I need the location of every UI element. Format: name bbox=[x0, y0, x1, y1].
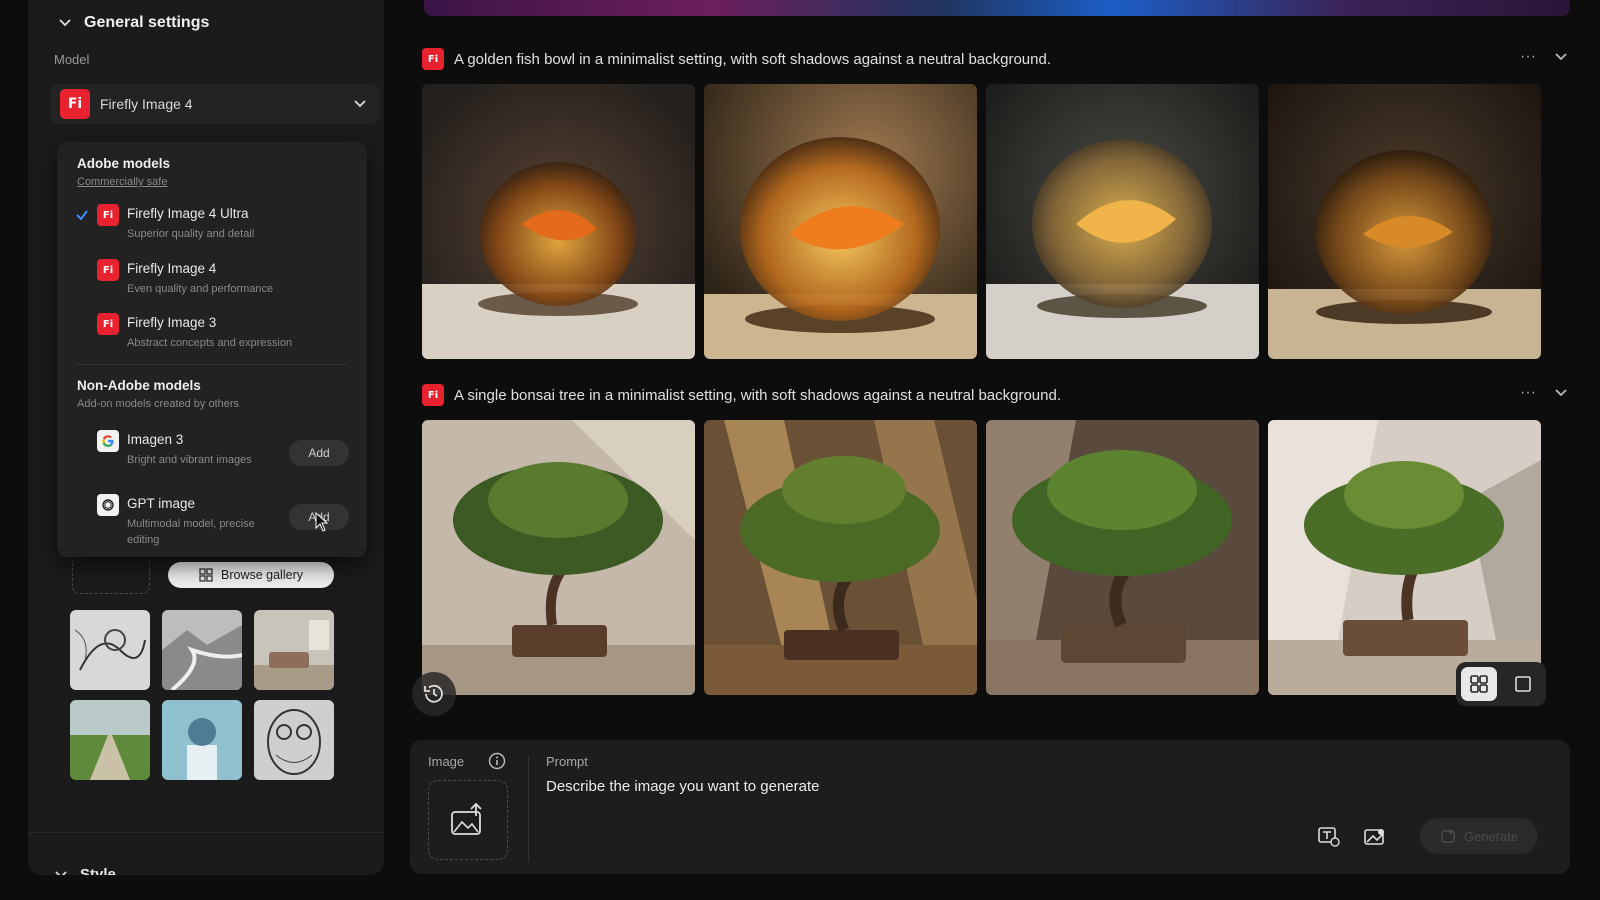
model-option-firefly-image-4-ultra[interactable]: Fi Firefly Image 4 Ultra Superior qualit… bbox=[75, 204, 355, 250]
firefly-icon: Fi bbox=[422, 48, 444, 70]
model-option-desc: Superior quality and detail bbox=[127, 228, 255, 240]
view-toggle bbox=[1456, 662, 1546, 706]
generated-image-goldfish[interactable] bbox=[1268, 84, 1541, 359]
add-imagen-3-button[interactable]: Add bbox=[289, 440, 349, 466]
generation-prompt: A single bonsai tree in a minimalist set… bbox=[454, 386, 1062, 404]
style-thumbnail[interactable] bbox=[70, 700, 150, 780]
image-label: Image bbox=[428, 754, 465, 769]
generated-image-bonsai[interactable] bbox=[986, 420, 1259, 695]
image-settings-icon bbox=[1364, 829, 1384, 845]
style-thumbnail[interactable] bbox=[254, 610, 334, 690]
info-icon[interactable] bbox=[488, 752, 506, 770]
more-options-icon[interactable]: ··· bbox=[1520, 48, 1536, 66]
browse-gallery-button[interactable]: Browse gallery bbox=[168, 562, 334, 588]
previous-generation-strip bbox=[424, 0, 1570, 16]
firefly-icon: Fi bbox=[97, 204, 119, 226]
text-settings-icon bbox=[1318, 827, 1340, 847]
history-icon bbox=[424, 684, 443, 703]
style-thumbnail[interactable] bbox=[162, 610, 242, 690]
prompt-input[interactable] bbox=[546, 778, 1246, 795]
model-option-name: Firefly Image 4 bbox=[127, 261, 217, 276]
chevron-down-icon[interactable] bbox=[1554, 386, 1568, 400]
style-thumbnails bbox=[70, 610, 334, 780]
generation-header: Fi A single bonsai tree in a minimalist … bbox=[422, 382, 1568, 408]
generate-icon bbox=[1441, 829, 1455, 843]
model-select[interactable]: Fi Firefly Image 4 bbox=[50, 84, 380, 124]
model-option-name: Firefly Image 3 bbox=[127, 315, 217, 330]
generated-image-goldfish[interactable] bbox=[422, 84, 695, 359]
generate-label: Generate bbox=[1463, 828, 1519, 844]
gallery-icon bbox=[199, 568, 213, 582]
style-section-header[interactable]: Style bbox=[54, 866, 116, 875]
chevron-down-icon[interactable] bbox=[1554, 50, 1568, 64]
general-settings-header[interactable]: General settings bbox=[58, 14, 209, 32]
model-option-desc: Even quality and performance bbox=[127, 283, 274, 295]
model-dropdown: Adobe models Commercially safe Fi Firefl… bbox=[57, 142, 367, 557]
firefly-icon: Fi bbox=[422, 384, 444, 406]
firefly-icon: Fi bbox=[97, 313, 119, 335]
image-effects-button[interactable] bbox=[1360, 824, 1390, 850]
generated-image-bonsai[interactable] bbox=[1268, 420, 1541, 695]
single-view-button[interactable] bbox=[1505, 667, 1541, 701]
model-option-name: GPT image bbox=[127, 496, 196, 511]
model-option-name: Firefly Image 4 Ultra bbox=[127, 206, 249, 221]
chevron-down-icon bbox=[59, 19, 71, 27]
grid-icon bbox=[1470, 675, 1488, 693]
generated-images-row bbox=[422, 84, 1542, 359]
more-options-icon[interactable]: ··· bbox=[1520, 384, 1536, 402]
prompt-label: Prompt bbox=[546, 754, 588, 769]
chevron-down-icon bbox=[354, 100, 366, 108]
style-thumbnail[interactable] bbox=[254, 700, 334, 780]
browse-gallery-label: Browse gallery bbox=[221, 568, 303, 582]
google-icon bbox=[97, 430, 119, 452]
divider bbox=[528, 756, 529, 862]
generated-image-goldfish[interactable] bbox=[704, 84, 977, 359]
style-thumbnail[interactable] bbox=[70, 610, 150, 690]
model-label: Model bbox=[54, 52, 90, 67]
model-option-desc: Abstract concepts and expression bbox=[127, 337, 293, 349]
style-thumbnail[interactable] bbox=[162, 700, 242, 780]
generation-prompt: A golden fish bowl in a minimalist setti… bbox=[454, 50, 1051, 68]
prompt-bar: Image Prompt Generate bbox=[410, 740, 1570, 874]
generated-images-row bbox=[422, 420, 1542, 695]
model-option-desc: Bright and vibrant images bbox=[127, 454, 252, 466]
generated-image-bonsai[interactable] bbox=[422, 420, 695, 695]
openai-icon bbox=[97, 494, 119, 516]
generation-header: Fi A golden fish bowl in a minimalist se… bbox=[422, 46, 1568, 72]
history-button[interactable] bbox=[412, 672, 456, 716]
chevron-down-icon bbox=[55, 870, 67, 875]
generate-button[interactable]: Generate bbox=[1420, 818, 1538, 854]
square-icon bbox=[1515, 676, 1531, 692]
image-upload-button[interactable] bbox=[428, 780, 508, 860]
generated-image-goldfish[interactable] bbox=[986, 84, 1259, 359]
style-section-title: Style bbox=[80, 866, 116, 875]
style-reference-upload[interactable] bbox=[72, 560, 150, 594]
generated-image-bonsai[interactable] bbox=[704, 420, 977, 695]
divider bbox=[75, 364, 347, 365]
selected-model-text: Firefly Image 4 bbox=[100, 96, 193, 112]
divider bbox=[28, 832, 384, 833]
non-adobe-models-title: Non-Adobe models bbox=[77, 378, 201, 393]
model-option-desc: Multimodal model, precise editing bbox=[127, 518, 255, 546]
image-upload-icon bbox=[451, 802, 482, 835]
model-option-name: Imagen 3 bbox=[127, 432, 184, 447]
general-settings-title: General settings bbox=[84, 14, 210, 31]
model-option-firefly-image-4[interactable]: Fi Firefly Image 4 Even quality and perf… bbox=[75, 259, 355, 305]
commercially-safe-link[interactable]: Commercially safe bbox=[77, 176, 167, 188]
grid-view-button[interactable] bbox=[1461, 667, 1497, 701]
adobe-models-title: Adobe models bbox=[77, 156, 171, 171]
text-effects-button[interactable] bbox=[1314, 824, 1344, 850]
checkmark-icon bbox=[76, 210, 88, 221]
firefly-icon: Fi bbox=[97, 259, 119, 281]
firefly-icon: Fi bbox=[60, 89, 90, 119]
non-adobe-models-subtitle: Add-on models created by others bbox=[77, 398, 240, 410]
model-option-firefly-image-3[interactable]: Fi Firefly Image 3 Abstract concepts and… bbox=[75, 313, 355, 359]
mouse-cursor-icon bbox=[315, 512, 329, 532]
